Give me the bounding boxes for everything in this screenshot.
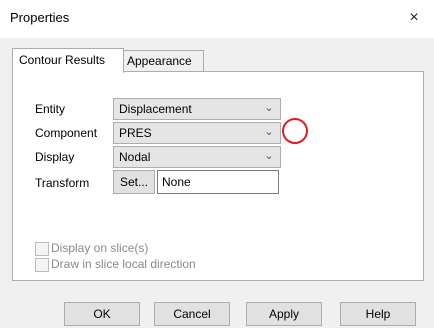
highlight-circle xyxy=(282,118,308,144)
display-value: Nodal xyxy=(119,150,151,164)
entity-label: Entity xyxy=(35,102,66,116)
checkbox-label: Draw in slice local direction xyxy=(51,257,196,271)
component-select[interactable]: PRES ⌄ xyxy=(113,122,281,144)
entity-value: Displacement xyxy=(119,102,192,116)
tab-contour-results[interactable]: Contour Results xyxy=(12,48,124,73)
transform-label: Transform xyxy=(35,176,90,190)
chevron-down-icon: ⌄ xyxy=(264,102,274,114)
apply-button[interactable]: Apply xyxy=(246,302,322,326)
transform-value: None xyxy=(162,175,191,189)
help-button[interactable]: Help xyxy=(340,302,416,326)
chevron-down-icon: ⌄ xyxy=(264,126,274,138)
chevron-down-icon: ⌄ xyxy=(264,150,274,162)
component-label: Component xyxy=(35,126,98,140)
ok-button[interactable]: OK xyxy=(64,302,140,326)
cancel-button[interactable]: Cancel xyxy=(154,302,230,326)
display-label: Display xyxy=(35,150,75,164)
display-select[interactable]: Nodal ⌄ xyxy=(113,146,281,168)
checkbox-label: Display on slice(s) xyxy=(51,241,149,255)
checkbox-box[interactable] xyxy=(35,258,49,272)
checkbox-box[interactable] xyxy=(35,242,49,256)
tab-appearance[interactable]: Appearance xyxy=(120,50,204,71)
entity-select[interactable]: Displacement ⌄ xyxy=(113,98,281,120)
dialog-title: Properties xyxy=(10,10,70,25)
transform-field[interactable]: None xyxy=(157,170,279,194)
set-button[interactable]: Set... xyxy=(113,170,155,194)
close-icon[interactable]: × xyxy=(402,6,426,30)
tab-panel: Entity Displacement ⌄ Component PRES ⌄ D… xyxy=(12,71,424,281)
title-bar: Properties × xyxy=(0,0,434,38)
component-value: PRES xyxy=(119,126,152,140)
dialog-body: Contour Results Appearance Entity Displa… xyxy=(0,38,434,328)
